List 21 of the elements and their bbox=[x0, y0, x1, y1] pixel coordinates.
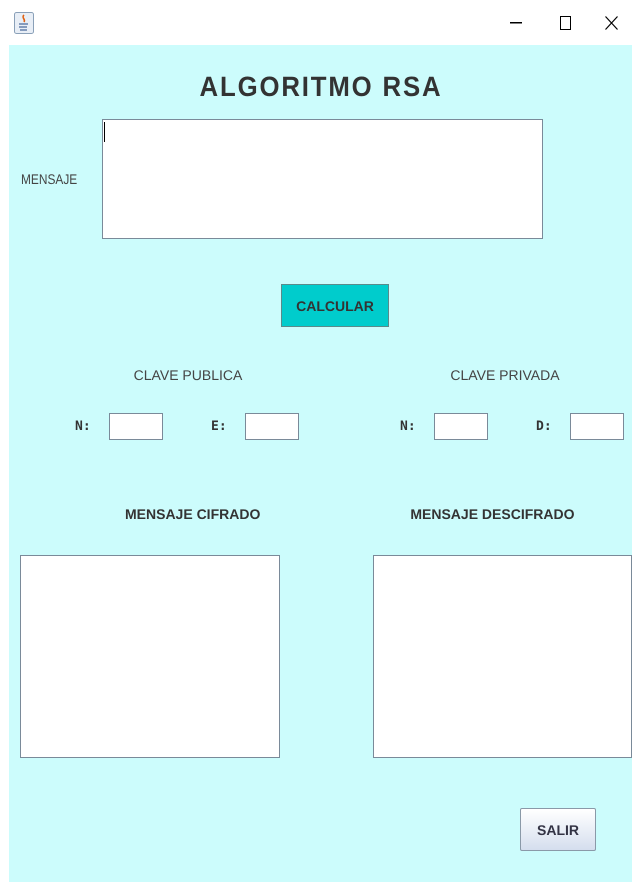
field-label: E: bbox=[211, 419, 228, 434]
close-icon[interactable] bbox=[605, 16, 618, 30]
output-heading: MENSAJE CIFRADO bbox=[125, 506, 260, 522]
exit-button[interactable]: SALIR bbox=[520, 808, 596, 851]
key-heading: CLAVE PRIVADA bbox=[450, 367, 560, 383]
app-icon bbox=[14, 12, 34, 34]
key-input[interactable] bbox=[570, 413, 624, 440]
minimize-icon[interactable] bbox=[510, 22, 522, 24]
key-heading: CLAVE PUBLICA bbox=[134, 367, 242, 383]
message-input[interactable] bbox=[102, 119, 543, 239]
app-title: ALGORITMO RSA bbox=[199, 71, 442, 103]
field-label: D: bbox=[536, 419, 553, 434]
field-label: N: bbox=[400, 419, 417, 434]
calculate-button[interactable]: CALCULAR bbox=[281, 284, 389, 327]
maximize-icon[interactable] bbox=[560, 16, 571, 30]
field-label: N: bbox=[75, 419, 92, 434]
output-heading: MENSAJE DESCIFRADO bbox=[410, 506, 574, 522]
key-input[interactable] bbox=[245, 413, 299, 440]
key-input[interactable] bbox=[434, 413, 488, 440]
message-label: MENSAJE bbox=[21, 171, 78, 187]
key-input[interactable] bbox=[109, 413, 163, 440]
